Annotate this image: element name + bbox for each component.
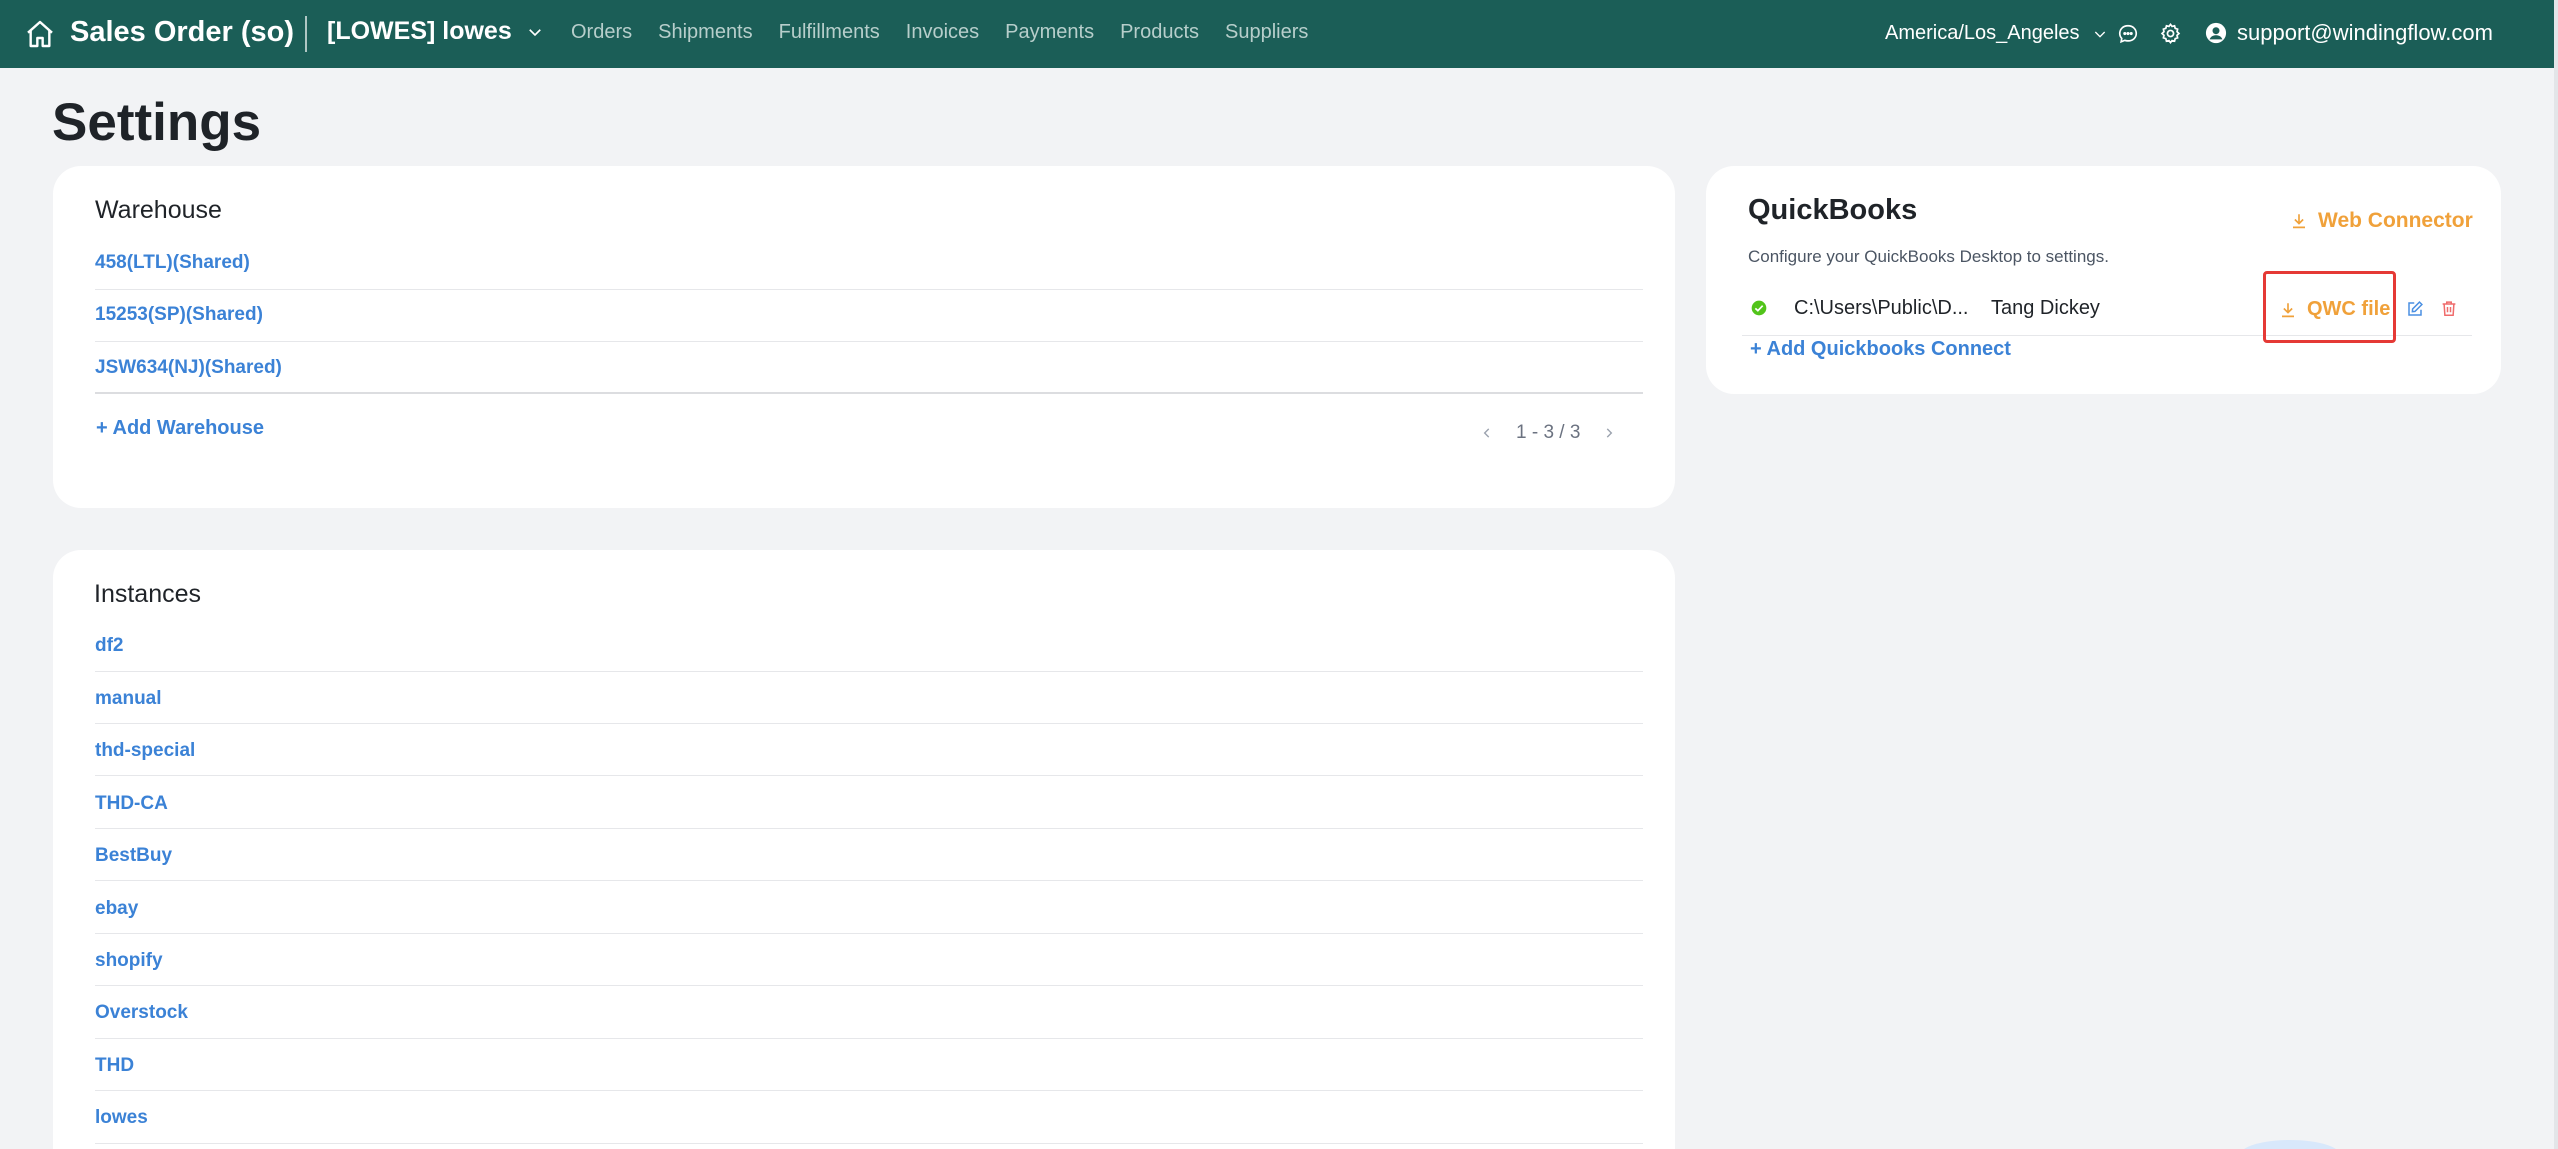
user-menu[interactable]: support@windingflow.com xyxy=(2205,20,2493,46)
nav-shipments[interactable]: Shipments xyxy=(658,21,753,44)
instance-link[interactable]: thd-special xyxy=(95,740,195,762)
timezone-label: America/Los_Angeles xyxy=(1885,22,2080,44)
web-connector-label: Web Connector xyxy=(2318,209,2473,232)
user-email: support@windingflow.com xyxy=(2237,20,2493,45)
warehouse-link[interactable]: 458(LTL)(Shared) xyxy=(95,252,250,274)
download-icon xyxy=(2282,302,2294,317)
instances-title: Instances xyxy=(94,580,202,608)
download-icon xyxy=(2293,214,2305,229)
add-warehouse-link[interactable]: + Add Warehouse xyxy=(96,417,264,440)
chat-icon[interactable] xyxy=(2117,23,2139,45)
instance-link[interactable]: THD-CA xyxy=(95,793,168,815)
chevron-left-icon[interactable] xyxy=(1480,426,1494,440)
warehouse-link[interactable]: JSW634(NJ)(Shared) xyxy=(95,357,282,379)
chevron-right-icon[interactable] xyxy=(1602,426,1616,440)
title-divider xyxy=(305,16,307,52)
list-item xyxy=(95,724,1643,776)
instance-link[interactable]: manual xyxy=(95,688,162,710)
list-item xyxy=(95,342,1643,394)
list-item xyxy=(95,934,1643,986)
nav-payments[interactable]: Payments xyxy=(1005,21,1094,44)
floating-widget[interactable] xyxy=(2240,1140,2340,1149)
chevron-down-icon xyxy=(2094,31,2105,38)
list-item xyxy=(95,620,1643,672)
chevron-down-icon xyxy=(528,28,541,36)
instance-link[interactable]: shopify xyxy=(95,950,163,972)
nav-suppliers[interactable]: Suppliers xyxy=(1225,21,1308,44)
user-avatar-icon xyxy=(2205,22,2227,44)
list-item xyxy=(95,777,1643,829)
nav-products[interactable]: Products xyxy=(1120,21,1199,44)
instance-link[interactable]: BestBuy xyxy=(95,845,172,867)
warehouse-link[interactable]: 15253(SP)(Shared) xyxy=(95,304,263,326)
list-item xyxy=(95,238,1643,290)
scrollbar[interactable] xyxy=(2554,0,2558,1149)
qwc-file-button[interactable]: QWC file xyxy=(2279,298,2390,321)
list-item xyxy=(95,1092,1643,1144)
qwc-file-label: QWC file xyxy=(2307,298,2391,320)
pagination-label: 1 - 3 / 3 xyxy=(1516,422,1581,443)
instance-link[interactable]: df2 xyxy=(95,635,124,657)
nav-orders[interactable]: Orders xyxy=(571,21,632,44)
list-item xyxy=(95,1039,1643,1091)
edit-icon[interactable] xyxy=(2406,300,2424,318)
connection-user: Tang Dickey xyxy=(1991,297,2100,319)
nav-fulfillments[interactable]: Fulfillments xyxy=(779,21,880,44)
instance-link[interactable]: THD xyxy=(95,1055,134,1077)
quickbooks-description: Configure your QuickBooks Desktop to set… xyxy=(1748,247,2109,266)
list-item xyxy=(95,829,1643,881)
pagination: 1 - 3 / 3 xyxy=(1480,422,1616,444)
top-navigation-bar: Sales Order (so) [LOWES] lowes Orders Sh… xyxy=(0,0,2558,68)
warehouse-title: Warehouse xyxy=(95,196,222,224)
quickbooks-title: QuickBooks xyxy=(1748,194,1918,226)
instance-link[interactable]: lowes xyxy=(95,1107,148,1129)
instance-link[interactable]: ebay xyxy=(95,898,138,920)
instance-link[interactable]: Overstock xyxy=(95,1002,188,1024)
check-circle-icon xyxy=(1751,300,1767,316)
store-selector[interactable]: [LOWES] lowes xyxy=(327,17,544,46)
app-title[interactable]: Sales Order (so) xyxy=(70,16,294,49)
list-item xyxy=(95,882,1643,934)
web-connector-link[interactable]: Web Connector xyxy=(2290,209,2473,233)
add-quickbooks-connect-link[interactable]: + Add Quickbooks Connect xyxy=(1750,338,2011,361)
list-item xyxy=(95,987,1643,1039)
connection-path: C:\Users\Public\D... xyxy=(1794,297,1969,319)
gear-icon[interactable] xyxy=(2159,22,2182,45)
timezone-selector[interactable]: America/Los_Angeles xyxy=(1885,22,2108,45)
nav-invoices[interactable]: Invoices xyxy=(906,21,979,44)
main-nav: Orders Shipments Fulfillments Invoices P… xyxy=(571,21,1334,44)
store-label: [LOWES] lowes xyxy=(327,17,512,45)
trash-icon[interactable] xyxy=(2440,299,2458,318)
page-title: Settings xyxy=(52,93,262,152)
list-item xyxy=(95,672,1643,724)
home-icon[interactable] xyxy=(24,18,56,50)
list-item xyxy=(95,290,1643,342)
